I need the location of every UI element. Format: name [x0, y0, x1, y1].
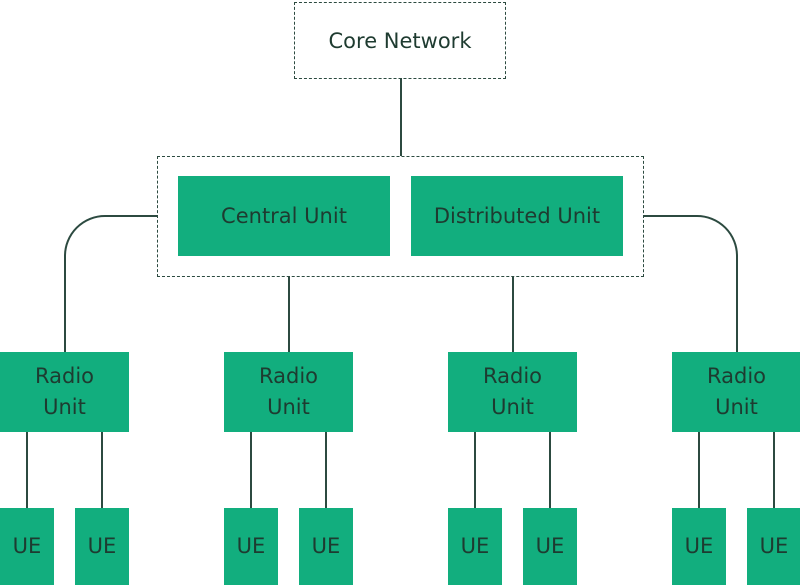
ue-node: UE — [523, 508, 577, 585]
ue-node: UE — [299, 508, 353, 585]
radio-unit-label: Radio Unit — [258, 364, 318, 419]
ue-label: UE — [12, 534, 42, 558]
radio-unit-label: Radio Unit — [482, 364, 542, 419]
radio-unit-node: Radio Unit — [0, 352, 129, 432]
ue-node: UE — [672, 508, 726, 585]
ran-to-radio-unit-4-line — [643, 215, 738, 352]
ue-node: UE — [224, 508, 278, 585]
core-network-label: Core Network — [328, 28, 472, 53]
ue-label: UE — [460, 534, 490, 558]
ran-to-radio-unit-1-line — [64, 215, 157, 352]
ue-label: UE — [311, 534, 341, 558]
ue-label: UE — [684, 534, 714, 558]
radio-unit-node: Radio Unit — [448, 352, 577, 432]
ue-node: UE — [0, 508, 54, 585]
radio-unit-label: Radio Unit — [706, 364, 766, 419]
distributed-unit-node: Distributed Unit — [411, 176, 623, 256]
central-unit-label: Central Unit — [221, 203, 347, 228]
ue-label: UE — [535, 534, 565, 558]
radio-unit-node: Radio Unit — [672, 352, 800, 432]
ue-label: UE — [759, 534, 789, 558]
ue-label: UE — [236, 534, 266, 558]
ue-node: UE — [448, 508, 502, 585]
network-diagram: Core Network Central Unit Distributed Un… — [0, 0, 800, 585]
ue-node: UE — [75, 508, 129, 585]
distributed-unit-label: Distributed Unit — [433, 203, 601, 228]
ue-label: UE — [87, 534, 117, 558]
connector-lines — [26, 78, 775, 508]
core-network-box: Core Network — [294, 2, 506, 79]
ue-node: UE — [747, 508, 800, 585]
central-unit-node: Central Unit — [178, 176, 390, 256]
radio-unit-label: Radio Unit — [34, 364, 94, 419]
radio-unit-node: Radio Unit — [224, 352, 353, 432]
